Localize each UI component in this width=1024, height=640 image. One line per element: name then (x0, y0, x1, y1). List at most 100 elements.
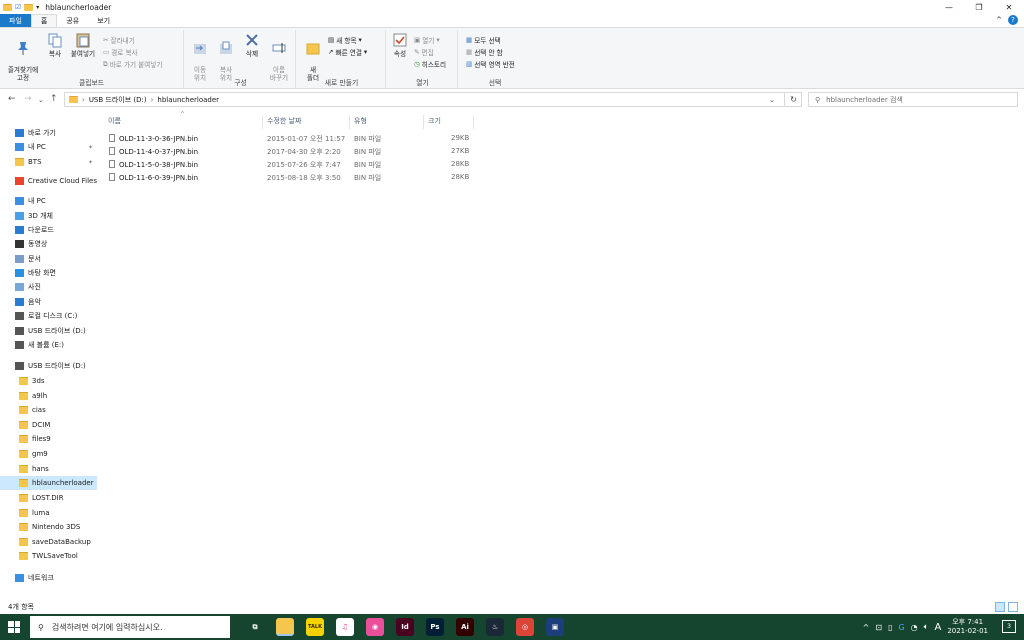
clock[interactable]: 오후 7:41 2021-02-01 (947, 618, 988, 636)
details-view-button[interactable] (995, 602, 1005, 612)
paste-button[interactable]: 붙여넣기 (68, 32, 98, 58)
usb-icon[interactable]: ▯ (888, 623, 892, 632)
column-separator[interactable] (423, 115, 424, 129)
network-status-icon[interactable]: ⊡ (875, 623, 882, 632)
nav-item[interactable]: files9 (0, 432, 97, 446)
taskbar-search-input[interactable]: ⚲ 검색하려면 여기에 입력하십시오. (30, 616, 230, 638)
up-arrow-icon[interactable]: ↑ (50, 94, 58, 104)
chrome-icon[interactable]: ◎ (516, 618, 534, 636)
select-none-button[interactable]: ▦ 선택 안 함 (466, 47, 503, 57)
illustrator-icon[interactable]: Ai (456, 618, 474, 636)
volume-icon[interactable]: 🔈︎ (924, 622, 929, 632)
file-row[interactable]: OLD-11-6-0-39-JPN.bin 2015-08-18 오후 3:50 B… (107, 171, 477, 184)
easy-access-button[interactable]: ↗ 빠른 연결 ▾ (328, 47, 367, 57)
nav-item[interactable]: 다운로드 (0, 223, 97, 237)
nav-item[interactable]: cias (0, 403, 97, 417)
cut-button[interactable]: ✂ 잘라내기 (103, 35, 135, 45)
nav-item[interactable]: BTS ✦ (0, 155, 97, 169)
open-button[interactable]: ▣ 열기 ▾ (414, 35, 440, 45)
new-folder-icon[interactable] (24, 3, 34, 11)
nav-item[interactable]: a9lh (0, 389, 97, 403)
steam-icon[interactable]: ♨ (486, 618, 504, 636)
breadcrumb-usb-drive[interactable]: USB 드라이브 (D:) (89, 95, 147, 105)
search-input[interactable]: ⚲ hblauncherloader 검색 (808, 92, 1018, 107)
nav-item[interactable]: 3ds (0, 374, 97, 388)
nav-item[interactable]: luma (0, 506, 97, 520)
photoshop-icon[interactable]: Ps (426, 618, 444, 636)
nav-item[interactable]: 문서 (0, 252, 97, 266)
nav-item[interactable]: gm9 (0, 447, 97, 461)
move-to-button[interactable]: 이동 위치 (188, 32, 212, 82)
invert-selection-button[interactable]: ▧ 선택 영역 반전 (466, 59, 515, 69)
edit-button[interactable]: ✎ 편집 (414, 47, 434, 57)
nav-item[interactable]: 사진 (0, 280, 97, 294)
large-icons-view-button[interactable] (1008, 602, 1018, 612)
file-explorer-icon[interactable] (276, 618, 294, 636)
chevron-right-icon[interactable]: › (151, 96, 154, 104)
nav-item[interactable]: 네트워크 (0, 571, 97, 585)
nav-item[interactable]: LOST.DIR (0, 491, 97, 505)
tab-share[interactable]: 공유 (57, 14, 88, 27)
copy-button[interactable]: 복사 (44, 32, 66, 58)
kakaotalk-icon[interactable]: TALK (306, 618, 324, 636)
tab-file[interactable]: 파일 (0, 14, 31, 27)
nav-item[interactable]: DCIM (0, 418, 97, 432)
column-separator[interactable] (262, 115, 263, 129)
nav-item[interactable]: saveDataBackup (0, 535, 97, 549)
photos-icon[interactable]: ◉ (366, 618, 384, 636)
close-button[interactable]: ✕ (994, 0, 1024, 14)
checkmark-icon[interactable]: ☑ (15, 3, 21, 11)
nav-item[interactable]: 새 볼륨 (E:) (0, 338, 97, 352)
file-row[interactable]: OLD-11-3-0-36-JPN.bin 2015-01-07 오전 11:57… (107, 132, 477, 145)
copy-to-button[interactable]: 복사 위치 (214, 32, 238, 82)
breadcrumb-current-folder[interactable]: hblauncherloader (157, 96, 219, 104)
delete-button[interactable]: 삭제 (242, 32, 262, 58)
recent-chevron-icon[interactable]: ⌄ (38, 96, 44, 104)
chevron-down-icon[interactable]: ▾ (36, 4, 39, 11)
nav-item[interactable]: TWLSaveTool (0, 549, 97, 563)
nav-item[interactable]: 바로 가기 (0, 126, 97, 140)
paste-shortcut-button[interactable]: ⧉ 바로 가기 붙여넣기 (103, 59, 162, 70)
new-folder-button[interactable]: 새 폴더 (302, 32, 324, 82)
file-row[interactable]: OLD-11-5-0-38-JPN.bin 2015-07-26 오후 7:47 B… (107, 158, 477, 171)
nav-item[interactable]: hans (0, 462, 97, 476)
google-icon[interactable]: G (898, 623, 904, 632)
help-icon[interactable]: ? (1008, 15, 1018, 25)
collapse-ribbon-icon[interactable]: ^ (996, 16, 1002, 24)
nav-item[interactable]: 내 PC ✦ (0, 140, 97, 154)
start-button[interactable] (8, 621, 20, 633)
column-separator[interactable] (473, 115, 474, 129)
forward-arrow-icon[interactable]: → (24, 94, 32, 104)
task-view-icon[interactable]: ⧉ (246, 618, 264, 636)
nav-item[interactable]: 음악 (0, 295, 97, 309)
tab-home[interactable]: 홈 (30, 14, 58, 27)
copy-path-button[interactable]: ▭ 경로 복사 (103, 47, 138, 57)
column-header-type[interactable]: 유형 (354, 116, 367, 128)
nav-item[interactable]: 바탕 화면 (0, 266, 97, 280)
address-dropdown-icon[interactable]: ⌄ (769, 96, 775, 104)
nav-item[interactable]: 내 PC (0, 194, 97, 208)
history-button[interactable]: ◷ 히스토리 (414, 59, 446, 69)
input-language-indicator[interactable]: A (934, 622, 941, 633)
chevron-right-icon[interactable]: › (82, 96, 85, 104)
properties-button[interactable]: 속성 (390, 32, 410, 58)
column-separator[interactable] (349, 115, 350, 129)
nav-item[interactable]: Nintendo 3DS (0, 520, 97, 534)
indesign-icon[interactable]: Id (396, 618, 414, 636)
wifi-icon[interactable]: ◔ (911, 623, 918, 632)
nav-item[interactable]: USB 드라이브 (D:) (0, 324, 97, 338)
new-item-button[interactable]: ▤ 새 항목 ▾ (328, 35, 362, 45)
file-row[interactable]: OLD-11-4-0-37-JPN.bin 2017-04-30 오후 2:20 B… (107, 145, 477, 158)
minimize-button[interactable]: — (934, 0, 964, 14)
column-header-modified[interactable]: 수정한 날짜 (267, 116, 301, 128)
chevron-up-icon[interactable]: ^ (863, 623, 870, 632)
nav-item[interactable]: USB 드라이브 (D:) (0, 359, 97, 373)
pin-quick-access-button[interactable]: 즐겨찾기에 고정 (4, 32, 42, 82)
nav-item[interactable]: 로컬 디스크 (C:) (0, 309, 97, 323)
refresh-button[interactable]: ↻ (784, 92, 802, 107)
column-header-size[interactable]: 크기 (428, 116, 441, 128)
nav-item[interactable]: 동영상 (0, 237, 97, 251)
nav-item[interactable]: 3D 개체 (0, 209, 97, 223)
itunes-icon[interactable]: ♫ (336, 618, 354, 636)
select-all-button[interactable]: ▦ 모두 선택 (466, 35, 501, 45)
